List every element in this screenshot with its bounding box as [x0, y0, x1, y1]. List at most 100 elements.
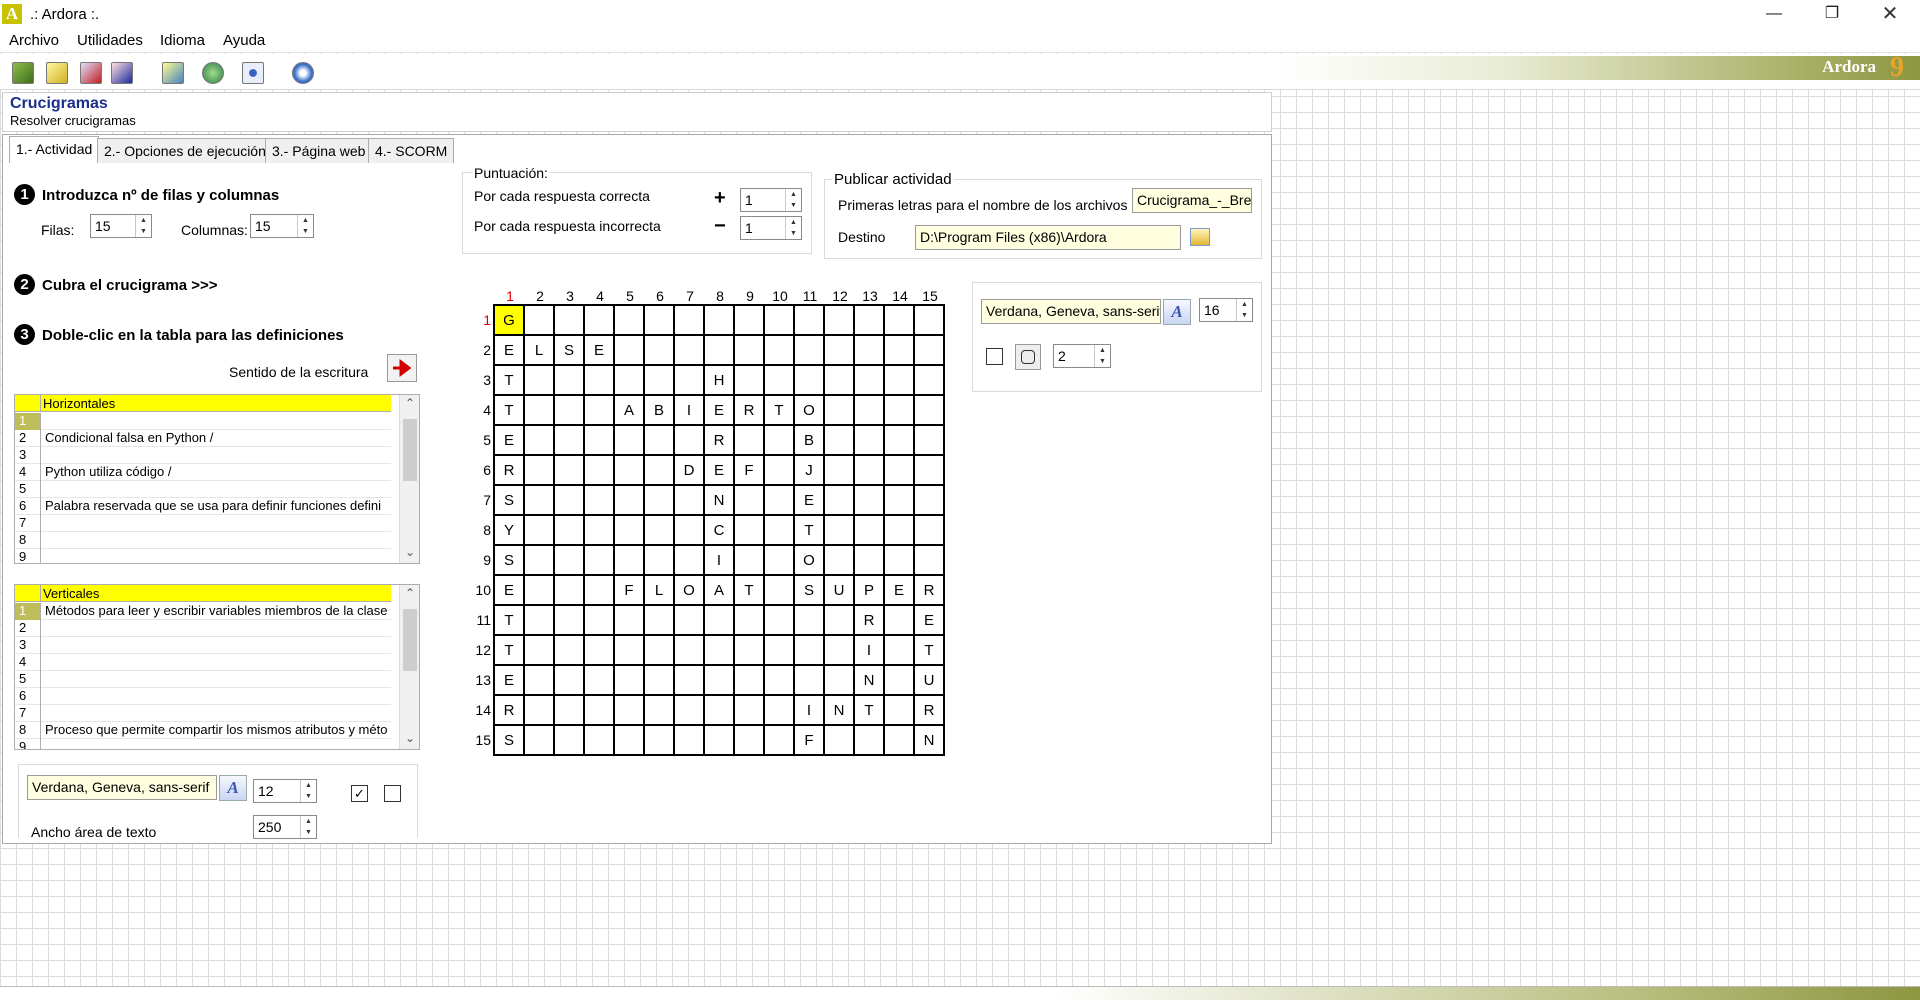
grid-cell[interactable]: E	[705, 456, 735, 486]
grid-cell[interactable]	[705, 636, 735, 666]
grid-cell[interactable]	[525, 366, 555, 396]
grid-cell[interactable]	[675, 336, 705, 366]
bold-checkbox[interactable]: ✓	[351, 785, 368, 802]
grid-cell[interactable]	[705, 336, 735, 366]
grid-cell[interactable]: N	[855, 666, 885, 696]
grid-cell[interactable]	[555, 546, 585, 576]
help-icon[interactable]	[292, 62, 314, 84]
minimize-button[interactable]: —	[1745, 0, 1803, 29]
list-item[interactable]: 5	[15, 481, 391, 498]
grid-cell[interactable]	[585, 606, 615, 636]
grid-cell[interactable]	[735, 426, 765, 456]
grid-cell[interactable]: E	[795, 486, 825, 516]
grid-cell[interactable]	[885, 456, 915, 486]
grid-cell[interactable]	[885, 696, 915, 726]
grid-cell[interactable]	[615, 426, 645, 456]
grid-cell[interactable]	[885, 426, 915, 456]
grid-cell[interactable]	[765, 426, 795, 456]
grid-cell[interactable]	[885, 516, 915, 546]
grid-cell[interactable]	[735, 666, 765, 696]
grid-cell[interactable]	[585, 636, 615, 666]
grid-cell[interactable]	[885, 666, 915, 696]
grid-cell[interactable]	[735, 516, 765, 546]
grid-cell[interactable]: O	[675, 576, 705, 606]
grid-cell[interactable]: T	[855, 696, 885, 726]
grid-cell[interactable]	[855, 366, 885, 396]
grid-cell[interactable]	[675, 546, 705, 576]
grid-cell[interactable]	[765, 456, 795, 486]
grid-cell[interactable]	[645, 606, 675, 636]
grid-cell[interactable]	[645, 636, 675, 666]
stepper-arrows-icon[interactable]: ▲ ▼	[1094, 345, 1110, 367]
grid-cell[interactable]	[855, 336, 885, 366]
stepper-arrows-icon[interactable]: ▲ ▼	[135, 215, 151, 237]
grid-cell[interactable]	[885, 726, 915, 756]
grid-cell[interactable]	[885, 636, 915, 666]
grid-cell[interactable]: U	[825, 576, 855, 606]
grid-cell[interactable]: A	[705, 576, 735, 606]
grid-cell[interactable]	[525, 516, 555, 546]
grid-cell[interactable]	[585, 546, 615, 576]
grid-cell[interactable]	[765, 486, 795, 516]
grid-cell[interactable]: I	[795, 696, 825, 726]
grid-cell[interactable]	[645, 336, 675, 366]
grid-cell[interactable]	[645, 726, 675, 756]
grid-cell[interactable]	[885, 606, 915, 636]
grid-cell[interactable]	[555, 306, 585, 336]
grid-cell[interactable]: T	[915, 636, 945, 666]
grid-cell[interactable]	[855, 486, 885, 516]
list-item[interactable]: 2	[15, 620, 391, 637]
grid-cell[interactable]: R	[915, 696, 945, 726]
grid-cell[interactable]	[585, 306, 615, 336]
grid-cell[interactable]	[525, 486, 555, 516]
grid-cell[interactable]: U	[915, 666, 945, 696]
list-item[interactable]: 7	[15, 515, 391, 532]
grid-cell[interactable]	[525, 456, 555, 486]
grid-cell[interactable]: D	[675, 456, 705, 486]
grid-cell[interactable]: F	[615, 576, 645, 606]
grid-cell[interactable]: C	[705, 516, 735, 546]
grid-cell[interactable]	[585, 516, 615, 546]
grid-cell[interactable]	[525, 576, 555, 606]
menu-ayuda[interactable]: Ayuda	[223, 32, 265, 49]
grid-cell[interactable]	[885, 546, 915, 576]
grid-cell[interactable]: S	[495, 546, 525, 576]
italic-checkbox[interactable]	[384, 785, 401, 802]
tab-scorm[interactable]: 4.- SCORM	[368, 138, 455, 163]
grid-cell[interactable]	[675, 666, 705, 696]
list-item[interactable]: 9	[15, 739, 391, 749]
grid-cell[interactable]	[645, 306, 675, 336]
grid-cell[interactable]	[615, 516, 645, 546]
grid-cell[interactable]	[525, 546, 555, 576]
grid-cell[interactable]	[825, 516, 855, 546]
grid-cell[interactable]: L	[525, 336, 555, 366]
grid-cell[interactable]: N	[825, 696, 855, 726]
verticales-scrollbar[interactable]: ⌃ ⌄	[399, 585, 419, 749]
font-picker-icon[interactable]: A	[219, 775, 247, 801]
columnas-stepper[interactable]: 15 ▲ ▼	[250, 214, 314, 238]
grid-cell[interactable]	[645, 486, 675, 516]
grid-cell[interactable]	[855, 546, 885, 576]
grid-cell[interactable]	[525, 666, 555, 696]
grid-cell[interactable]	[735, 486, 765, 516]
grid-cell[interactable]	[795, 336, 825, 366]
direction-arrow-button[interactable]	[387, 354, 417, 382]
grid-cell[interactable]	[615, 486, 645, 516]
grid-cell[interactable]: I	[855, 636, 885, 666]
scroll-down-icon[interactable]: ⌄	[400, 731, 419, 745]
grid-cell[interactable]	[615, 456, 645, 486]
grid-cell[interactable]	[675, 636, 705, 666]
preview-eye-icon[interactable]	[242, 62, 264, 84]
grid-cell[interactable]: T	[795, 516, 825, 546]
grid-cell[interactable]	[915, 516, 945, 546]
grid-cell[interactable]	[825, 366, 855, 396]
grid-cell[interactable]	[765, 306, 795, 336]
grid-cell[interactable]	[825, 396, 855, 426]
list-item[interactable]: 6	[15, 688, 391, 705]
grid-cell[interactable]: E	[885, 576, 915, 606]
list-item[interactable]: 5	[15, 671, 391, 688]
grid-cell[interactable]	[735, 366, 765, 396]
grid-cell[interactable]: J	[795, 456, 825, 486]
prefix-field[interactable]: Crucigrama_-_Bren	[1132, 188, 1252, 213]
grid-cell[interactable]	[615, 666, 645, 696]
